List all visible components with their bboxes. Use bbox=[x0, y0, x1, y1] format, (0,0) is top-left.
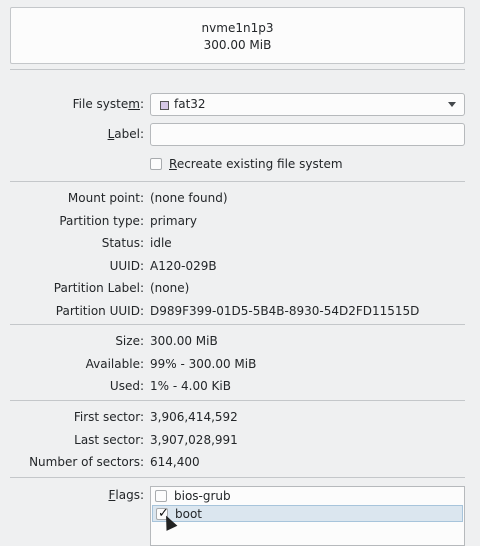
usage-row: Available: 99% - 300.00 MiB bbox=[0, 353, 480, 375]
info-value: (none) bbox=[150, 281, 190, 296]
sectors-row: Last sector: 3,907,028,991 bbox=[0, 429, 480, 451]
usage-value: 99% - 300.00 MiB bbox=[150, 356, 257, 371]
sectors-value: 614,400 bbox=[150, 455, 200, 470]
separator bbox=[10, 181, 465, 182]
usage-label: Used: bbox=[109, 379, 144, 393]
info-row: Partition Label: (none) bbox=[0, 277, 480, 299]
sectors-label: Number of sectors: bbox=[29, 455, 144, 470]
device-name: nvme1n1p3 bbox=[201, 21, 274, 35]
usage-label: Available: bbox=[85, 356, 144, 371]
flag-item-boot[interactable]: ✓ boot bbox=[152, 505, 463, 522]
recreate-filesystem-label: Recreate existing file system bbox=[169, 157, 343, 171]
usage-value: 300.00 MiB bbox=[150, 334, 218, 348]
filesystem-label: File system: bbox=[72, 97, 144, 111]
info-value: primary bbox=[150, 213, 197, 228]
usage-label: Size: bbox=[115, 334, 144, 348]
separator bbox=[10, 400, 465, 401]
info-label: Mount point: bbox=[67, 191, 144, 205]
checkbox-icon[interactable] bbox=[155, 490, 167, 502]
info-value: (none found) bbox=[150, 191, 228, 205]
separator bbox=[10, 69, 465, 70]
info-value: idle bbox=[150, 236, 172, 251]
info-label: Partition Label: bbox=[53, 281, 144, 296]
sectors-label: First sector: bbox=[73, 410, 144, 424]
filesystem-combobox[interactable]: fat32 bbox=[150, 93, 465, 116]
checkbox-icon[interactable] bbox=[150, 158, 162, 170]
info-row: Mount point: (none found) bbox=[0, 187, 480, 209]
label-input[interactable] bbox=[150, 123, 465, 146]
usage-row: Size: 300.00 MiB bbox=[0, 330, 480, 352]
flags-label: Flags: bbox=[108, 488, 144, 502]
flag-name: boot bbox=[175, 507, 203, 521]
flag-item-bios-grub[interactable]: bios-grub bbox=[152, 488, 463, 505]
separator bbox=[10, 324, 465, 325]
usage-value: 1% - 4.00 KiB bbox=[150, 379, 231, 393]
sectors-row: First sector: 3,906,414,592 bbox=[0, 406, 480, 428]
info-row: Partition UUID: D989F399-01D5-5B4B-8930-5… bbox=[0, 300, 480, 322]
info-row: UUID: A120-029B bbox=[0, 255, 480, 277]
sectors-row: Number of sectors: 614,400 bbox=[0, 451, 480, 473]
filesystem-color-swatch bbox=[160, 101, 169, 110]
info-label: Partition type: bbox=[59, 213, 144, 228]
info-row: Status: idle bbox=[0, 232, 480, 254]
sectors-value: 3,907,028,991 bbox=[150, 432, 238, 447]
flag-name: bios-grub bbox=[174, 489, 231, 503]
info-row: Partition type: primary bbox=[0, 210, 480, 232]
info-label: Partition UUID: bbox=[55, 304, 144, 318]
chevron-down-icon bbox=[448, 102, 456, 107]
filesystem-value: fat32 bbox=[174, 97, 206, 111]
separator bbox=[10, 477, 465, 478]
sectors-value: 3,906,414,592 bbox=[150, 410, 238, 424]
sectors-label: Last sector: bbox=[74, 432, 144, 447]
partition-header: nvme1n1p3 300.00 MiB bbox=[10, 7, 465, 64]
usage-row: Used: 1% - 4.00 KiB bbox=[0, 375, 480, 397]
label-field-label: Label: bbox=[107, 127, 144, 141]
info-label: UUID: bbox=[109, 258, 144, 273]
partition-size: 300.00 MiB bbox=[203, 38, 272, 52]
info-label: Status: bbox=[101, 236, 144, 251]
flags-list[interactable]: bios-grub ✓ boot bbox=[150, 486, 465, 546]
info-value: D989F399-01D5-5B4B-8930-54D2FD11515D bbox=[150, 304, 420, 318]
info-value: A120-029B bbox=[150, 258, 217, 273]
